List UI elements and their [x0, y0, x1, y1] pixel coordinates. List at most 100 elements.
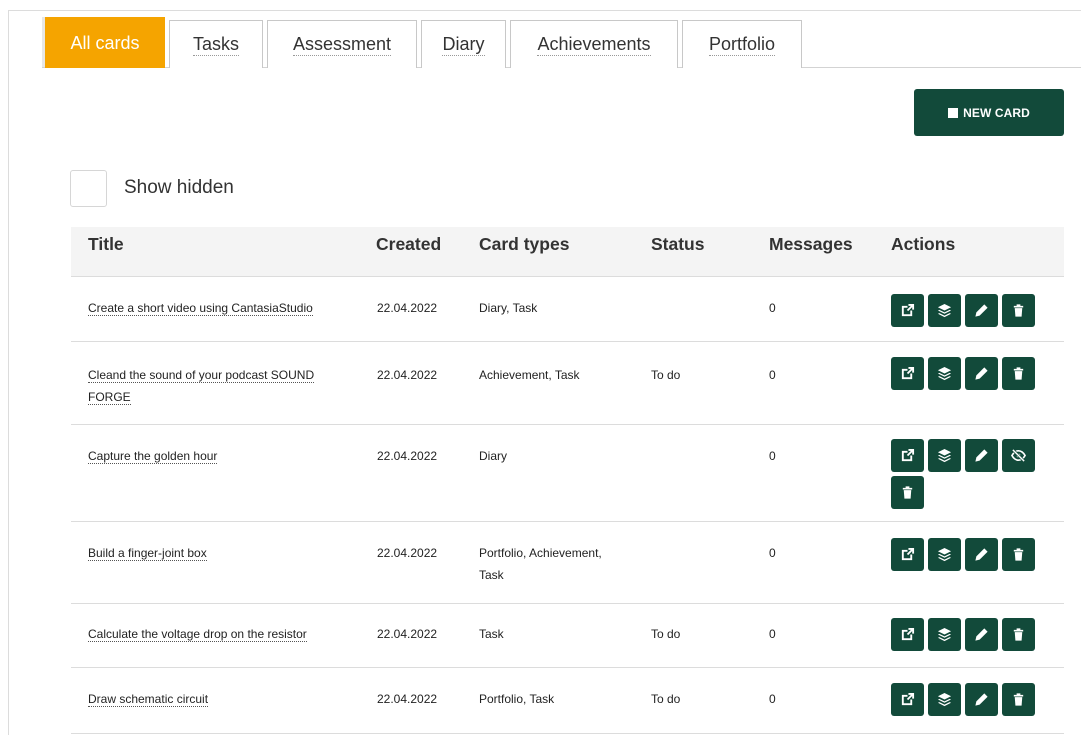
header-messages: Messages — [769, 234, 853, 254]
layers-button[interactable] — [928, 618, 961, 651]
card-title-cell: Draw schematic circuit — [88, 688, 353, 710]
card-types: Diary, Task — [479, 301, 538, 315]
card-title-cell: Build a finger-joint box — [88, 542, 353, 564]
status-text: To do — [651, 692, 681, 706]
card-title-link[interactable]: Calculate the voltage drop on the resist… — [88, 627, 307, 642]
header-card-types: Card types — [479, 234, 570, 254]
pencil-icon — [974, 627, 989, 642]
tab-achievements[interactable]: Achievements — [510, 20, 678, 68]
tab-tasks[interactable]: Tasks — [169, 20, 263, 68]
table-row: Build a finger-joint box 22.04.2022 Portfo… — [71, 522, 1064, 604]
card-types: Portfolio, Task — [479, 692, 555, 706]
tab-diary[interactable]: Diary — [421, 20, 506, 68]
external-link-icon — [900, 448, 915, 463]
tab-label: Diary — [442, 33, 485, 56]
layers-icon — [937, 547, 952, 562]
open-button[interactable] — [891, 439, 924, 472]
card-title-link[interactable]: Cleand the sound of your podcast SOUND F… — [88, 368, 315, 405]
delete-button[interactable] — [1002, 618, 1035, 651]
tab-portfolio[interactable]: Portfolio — [682, 20, 802, 68]
tab-assessment[interactable]: Assessment — [267, 20, 417, 68]
created-date: 22.04.2022 — [377, 449, 438, 463]
table-body: Create a short video using CantasiaStudi… — [71, 277, 1064, 734]
trash-icon — [1011, 366, 1026, 381]
card-title-link[interactable]: Capture the golden hour — [88, 449, 218, 464]
status-text: To do — [651, 627, 681, 641]
status-text: To do — [651, 368, 681, 382]
layers-button[interactable] — [928, 683, 961, 716]
layers-icon — [937, 692, 952, 707]
layers-button[interactable] — [928, 294, 961, 327]
delete-button[interactable] — [891, 476, 924, 509]
pencil-icon — [974, 547, 989, 562]
row-actions — [891, 439, 1051, 513]
row-actions — [891, 357, 1051, 394]
row-actions — [891, 683, 1051, 720]
edit-button[interactable] — [965, 683, 998, 716]
delete-button[interactable] — [1002, 538, 1035, 571]
card-title-link[interactable]: Create a short video using CantasiaStudi… — [88, 301, 313, 316]
messages-count: 0 — [769, 449, 776, 463]
card-title-link[interactable]: Build a finger-joint box — [88, 546, 207, 561]
external-link-icon — [900, 547, 915, 562]
layers-button[interactable] — [928, 439, 961, 472]
edit-button[interactable] — [965, 357, 998, 390]
created-date: 22.04.2022 — [377, 546, 438, 560]
card-title-cell: Create a short video using CantasiaStudi… — [88, 297, 353, 319]
table-row: Draw schematic circuit 22.04.2022 Portfoli… — [71, 668, 1064, 734]
header-status: Status — [651, 234, 705, 254]
created-date: 22.04.2022 — [377, 692, 438, 706]
new-card-label: NEW CARD — [963, 105, 1030, 120]
layers-icon — [937, 627, 952, 642]
edit-button[interactable] — [965, 294, 998, 327]
messages-count: 0 — [769, 546, 776, 560]
pencil-icon — [974, 303, 989, 318]
new-card-button[interactable]: NEW CARD — [914, 89, 1064, 136]
hide-button[interactable] — [1002, 439, 1035, 472]
messages-count: 0 — [769, 627, 776, 641]
tab-all-cards[interactable]: All cards — [45, 17, 165, 68]
messages-count: 0 — [769, 368, 776, 382]
trash-icon — [1011, 692, 1026, 707]
row-actions — [891, 618, 1051, 655]
open-button[interactable] — [891, 294, 924, 327]
layers-button[interactable] — [928, 357, 961, 390]
tab-label: Tasks — [192, 33, 239, 56]
delete-button[interactable] — [1002, 683, 1035, 716]
messages-count: 0 — [769, 692, 776, 706]
created-date: 22.04.2022 — [377, 627, 438, 641]
tab-label: All cards — [70, 32, 140, 53]
edit-button[interactable] — [965, 439, 998, 472]
layers-icon — [937, 366, 952, 381]
hide-icon — [1011, 448, 1026, 463]
open-button[interactable] — [891, 357, 924, 390]
card-title-link[interactable]: Draw schematic circuit — [88, 692, 209, 707]
open-button[interactable] — [891, 538, 924, 571]
tab-label: Assessment — [292, 33, 392, 56]
table-header: Title Created Card types Status Messages… — [71, 227, 1064, 277]
tab-label: Portfolio — [708, 33, 776, 56]
delete-button[interactable] — [1002, 294, 1035, 327]
cards-table: Title Created Card types Status Messages… — [71, 227, 1064, 734]
trash-icon — [1011, 547, 1026, 562]
pencil-icon — [974, 448, 989, 463]
show-hidden-checkbox[interactable] — [70, 170, 107, 207]
edit-button[interactable] — [965, 618, 998, 651]
card-tabs: All cards Tasks Assessment Diary Achieve… — [45, 17, 806, 68]
card-types: Diary — [479, 449, 508, 463]
edit-button[interactable] — [965, 538, 998, 571]
layers-button[interactable] — [928, 538, 961, 571]
card-title-cell: Calculate the voltage drop on the resist… — [88, 623, 353, 645]
header-actions: Actions — [891, 234, 956, 254]
created-date: 22.04.2022 — [377, 368, 438, 382]
card-types: Achievement, Task — [479, 368, 580, 382]
delete-button[interactable] — [1002, 357, 1035, 390]
external-link-icon — [900, 366, 915, 381]
open-button[interactable] — [891, 618, 924, 651]
page-top-border — [8, 10, 1081, 11]
table-row: Calculate the voltage drop on the resist… — [71, 604, 1064, 668]
open-button[interactable] — [891, 683, 924, 716]
external-link-icon — [900, 692, 915, 707]
layers-icon — [937, 303, 952, 318]
card-title-cell: Cleand the sound of your podcast SOUND F… — [88, 364, 353, 408]
